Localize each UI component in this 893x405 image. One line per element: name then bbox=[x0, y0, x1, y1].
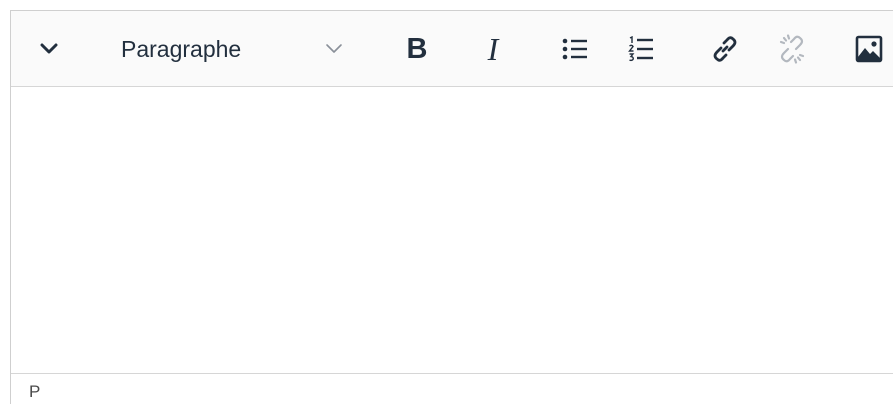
chevron-down-icon bbox=[325, 39, 343, 64]
unlink-button[interactable] bbox=[768, 25, 816, 73]
bold-icon: B bbox=[406, 32, 428, 65]
insert-image-button[interactable] bbox=[845, 25, 893, 73]
bullet-list-button[interactable] bbox=[551, 25, 599, 73]
chevron-down-icon bbox=[40, 43, 58, 55]
rich-text-editor: Paragraphe B I P bbox=[10, 10, 893, 405]
editor-statusbar: P bbox=[11, 373, 893, 405]
block-format-value: Paragraphe bbox=[121, 35, 242, 62]
italic-icon: I bbox=[487, 31, 499, 67]
bold-button[interactable]: B bbox=[393, 25, 441, 73]
toolbar-toggle-button[interactable] bbox=[25, 25, 73, 73]
image-icon bbox=[855, 35, 883, 63]
numbered-list-button[interactable] bbox=[617, 25, 665, 73]
numbered-list-icon bbox=[628, 36, 654, 62]
link-icon bbox=[710, 34, 740, 64]
element-path-item[interactable]: P bbox=[29, 382, 40, 402]
unlink-icon bbox=[777, 34, 807, 64]
link-button[interactable] bbox=[701, 25, 749, 73]
italic-button[interactable]: I bbox=[469, 25, 517, 73]
editor-toolbar: Paragraphe B I bbox=[11, 11, 893, 87]
block-format-select[interactable]: Paragraphe bbox=[109, 25, 373, 73]
editor-content-area[interactable] bbox=[11, 87, 893, 373]
bullet-list-icon bbox=[562, 37, 588, 61]
